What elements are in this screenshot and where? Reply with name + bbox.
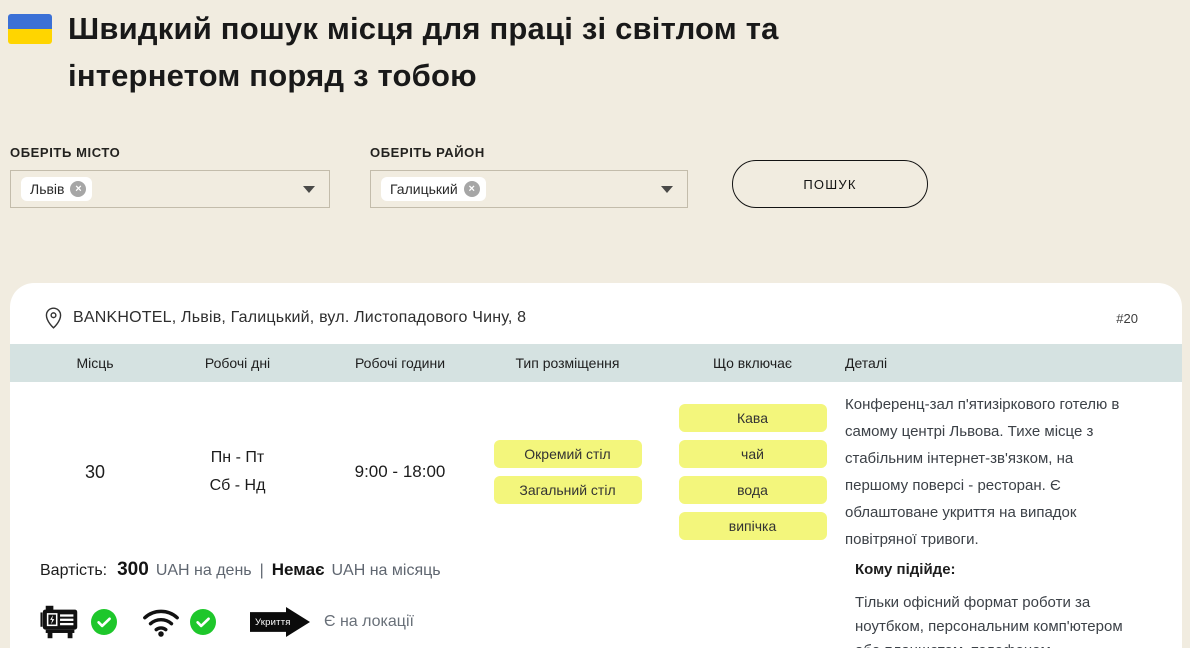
city-selected-label: Львів: [30, 181, 64, 197]
ukraine-flag-icon: [8, 14, 52, 44]
workdays-line-1: Пн - Пт: [150, 444, 325, 472]
listing-footer: Вартість: 300 UAH на день | Немає UAH на…: [10, 553, 1182, 648]
flag-yellow-stripe: [8, 29, 52, 44]
footer-left: Вартість: 300 UAH на день | Немає UAH на…: [40, 553, 855, 648]
includes-tags: Кава чай вода випічка: [660, 404, 845, 540]
amenities-row: Укриття Є на локації: [40, 603, 855, 641]
col-header-placement: Тип розміщення: [475, 355, 660, 371]
placement-tag: Загальний стіл: [494, 476, 642, 504]
city-selected-chip: Львів ×: [21, 177, 92, 201]
includes-tag: Кава: [679, 404, 827, 432]
page-title: Швидкий пошук місця для праці зі світлом…: [68, 6, 948, 99]
page-header: Швидкий пошук місця для праці зі світлом…: [0, 0, 1190, 99]
includes-tag: вода: [679, 476, 827, 504]
flag-blue-stripe: [8, 14, 52, 29]
suited-heading: Кому підійде:: [855, 561, 1154, 578]
placement-tag: Окремий стіл: [494, 440, 642, 468]
price-line: Вартість: 300 UAH на день | Немає UAH на…: [40, 559, 855, 581]
city-filter-label: ОБЕРІТЬ МІСТО: [10, 145, 370, 160]
table-header-row: Місць Робочі дні Робочі години Тип розмі…: [10, 344, 1182, 382]
city-filter: ОБЕРІТЬ МІСТО Львів ×: [10, 145, 370, 208]
footer-right: Кому підійде: Тільки офісний формат робо…: [855, 553, 1154, 648]
shelter-status: Є на локації: [324, 613, 414, 631]
hours-value: 9:00 - 18:00: [325, 462, 475, 482]
generator-available-check-icon: [91, 609, 117, 635]
price-month-suffix: UAH на місяць: [331, 562, 440, 580]
location-pin-icon: [44, 307, 63, 329]
includes-tag: випічка: [679, 512, 827, 540]
price-day-suffix: UAH на день: [156, 562, 252, 580]
remove-city-icon[interactable]: ×: [70, 181, 86, 197]
col-header-details: Деталі: [845, 355, 1154, 371]
search-button[interactable]: ПОШУК: [732, 160, 928, 208]
chevron-down-icon: [661, 186, 673, 193]
wifi-available-check-icon: [190, 609, 216, 635]
listing-address: BANKHOTEL, Львів, Галицький, вул. Листоп…: [73, 309, 526, 327]
col-header-workdays: Робочі дні: [150, 355, 325, 371]
col-header-hours: Робочі години: [325, 355, 475, 371]
seats-value: 30: [40, 462, 150, 483]
filters-bar: ОБЕРІТЬ МІСТО Львів × ОБЕРІТЬ РАЙОН Гали…: [0, 145, 1190, 208]
chevron-down-icon: [303, 186, 315, 193]
district-select[interactable]: Галицький ×: [370, 170, 688, 208]
district-filter: ОБЕРІТЬ РАЙОН Галицький ×: [370, 145, 732, 208]
price-separator: |: [260, 562, 264, 580]
district-selected-label: Галицький: [390, 181, 458, 197]
district-selected-chip: Галицький ×: [381, 177, 486, 201]
workdays-value: Пн - Пт Сб - Нд: [150, 444, 325, 500]
generator-icon: [40, 603, 82, 641]
shelter-arrow-icon: Укриття: [250, 607, 310, 637]
listing-number: #20: [1116, 311, 1152, 326]
workdays-line-2: Сб - Нд: [150, 472, 325, 500]
listing-header: BANKHOTEL, Львів, Галицький, вул. Листоп…: [10, 283, 1182, 344]
remove-district-icon[interactable]: ×: [464, 181, 480, 197]
price-label: Вартість:: [40, 562, 107, 580]
details-description: Конференц-зал п'ятизіркового готелю в са…: [845, 391, 1121, 553]
table-row: 30 Пн - Пт Сб - Нд 9:00 - 18:00 Окремий …: [10, 382, 1182, 553]
col-header-includes: Що включає: [660, 355, 845, 371]
price-per-day: 300: [117, 559, 149, 581]
wifi-icon: [141, 606, 181, 638]
col-header-seats: Місць: [40, 355, 150, 371]
price-per-month: Немає: [272, 560, 325, 580]
district-filter-label: ОБЕРІТЬ РАЙОН: [370, 145, 732, 160]
city-select[interactable]: Львів ×: [10, 170, 330, 208]
page: Швидкий пошук місця для праці зі світлом…: [0, 0, 1190, 648]
includes-tag: чай: [679, 440, 827, 468]
suited-text: Тільки офісний формат роботи за ноутбком…: [855, 591, 1131, 648]
listing-card: BANKHOTEL, Львів, Галицький, вул. Листоп…: [10, 283, 1182, 648]
placement-tags: Окремий стіл Загальний стіл: [475, 440, 660, 504]
